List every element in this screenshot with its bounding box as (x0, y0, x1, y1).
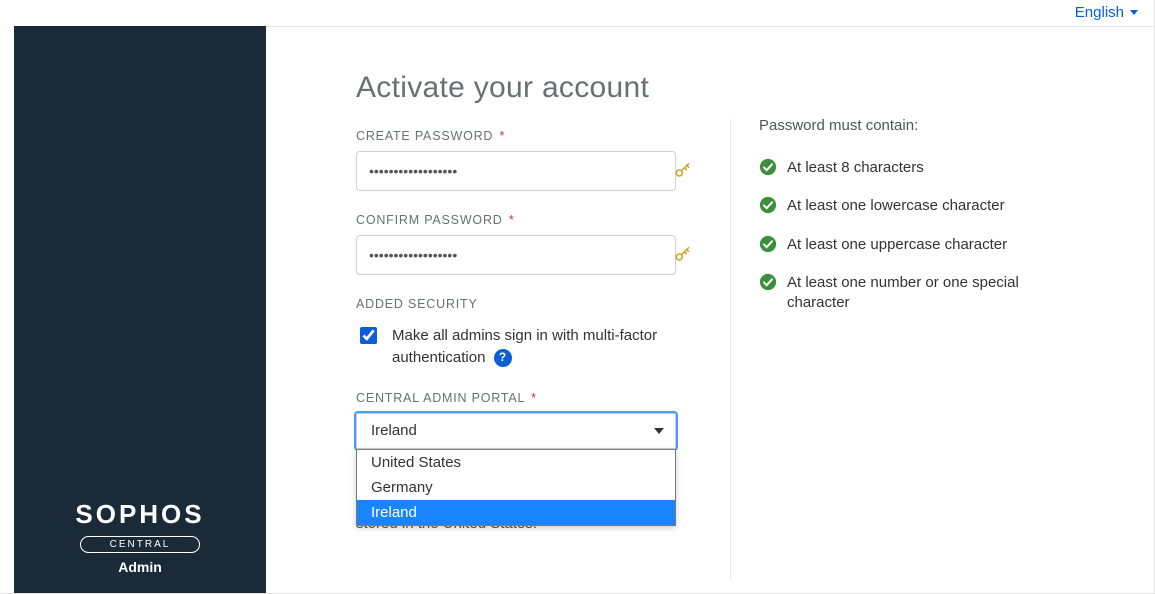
page-title: Activate your account (356, 71, 702, 105)
requirement-item: At least one uppercase character (759, 235, 1114, 255)
portal-option[interactable]: Ireland (357, 500, 675, 525)
confirm-password-input[interactable] (356, 235, 676, 275)
confirm-password-field: CONFIRM PASSWORD * (356, 213, 702, 275)
brand-wordmark: SOPHOS (14, 499, 266, 530)
requirements-column: Password must contain: At least 8 charac… (759, 71, 1114, 593)
form-column: Activate your account CREATE PASSWORD * … (356, 71, 702, 593)
requirements-title: Password must contain: (759, 117, 1114, 134)
create-password-input[interactable] (356, 151, 676, 191)
chevron-down-icon (654, 428, 664, 434)
requirement-item: At least one number or one special chara… (759, 273, 1114, 314)
portal-selected-value: Ireland (371, 422, 417, 439)
vertical-divider (730, 119, 731, 579)
help-icon[interactable]: ? (494, 349, 512, 367)
check-circle-icon (759, 235, 777, 253)
brand-role: Admin (14, 559, 266, 575)
language-label: English (1075, 4, 1124, 21)
requirement-item: At least one lowercase character (759, 196, 1114, 216)
requirement-item: At least 8 characters (759, 158, 1114, 178)
key-icon (674, 161, 692, 179)
check-circle-icon (759, 273, 777, 291)
main-content: Activate your account CREATE PASSWORD * … (266, 26, 1154, 593)
added-security-label: ADDED SECURITY (356, 297, 702, 311)
portal-label: CENTRAL ADMIN PORTAL * (356, 391, 702, 405)
create-password-field: CREATE PASSWORD * (356, 129, 702, 191)
mfa-checkbox[interactable] (360, 327, 377, 344)
portal-option[interactable]: Germany (357, 475, 675, 500)
mfa-row: Make all admins sign in with multi-facto… (356, 325, 702, 369)
language-selector[interactable]: English (1075, 4, 1138, 21)
check-circle-icon (759, 158, 777, 176)
caret-down-icon (1130, 10, 1138, 15)
check-circle-icon (759, 196, 777, 214)
key-icon (674, 245, 692, 263)
create-password-label: CREATE PASSWORD * (356, 129, 702, 143)
brand-panel: SOPHOS CENTRAL Admin (14, 26, 266, 593)
portal-dropdown: United States Germany Ireland (356, 449, 676, 526)
portal-select[interactable]: Ireland (356, 413, 676, 449)
brand-tier: CENTRAL (80, 536, 200, 553)
brand-block: SOPHOS CENTRAL Admin (14, 499, 266, 575)
portal-select-wrap: Ireland United States Germany Ireland (356, 413, 676, 449)
mfa-label: Make all admins sign in with multi-facto… (392, 325, 702, 369)
confirm-password-label: CONFIRM PASSWORD * (356, 213, 702, 227)
portal-option[interactable]: United States (357, 450, 675, 475)
